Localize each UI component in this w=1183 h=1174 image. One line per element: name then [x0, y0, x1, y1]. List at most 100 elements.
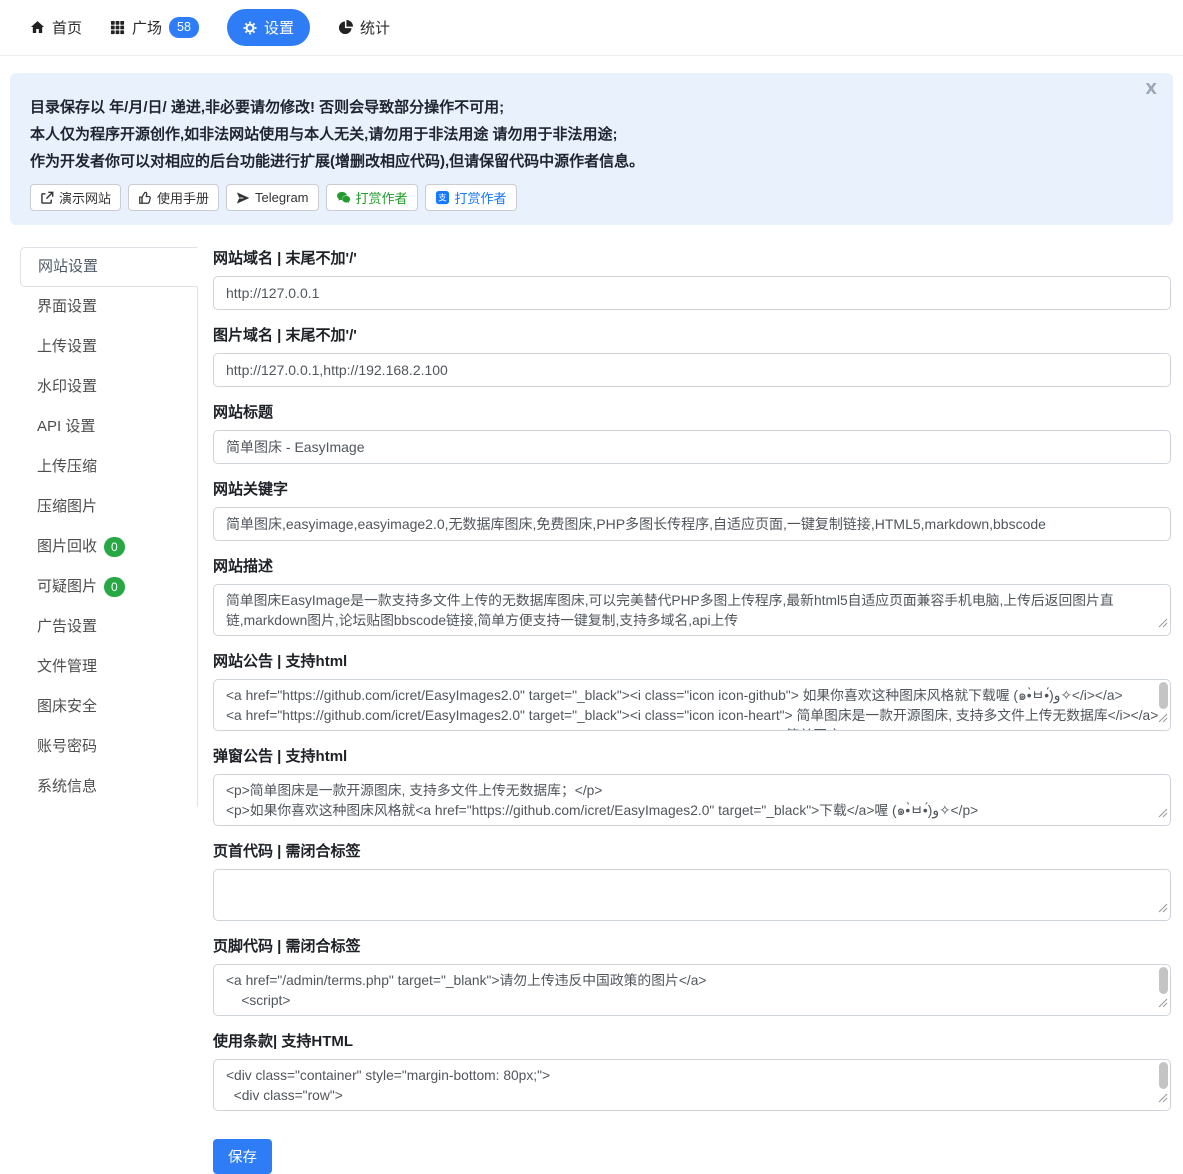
- site-domain-input[interactable]: [213, 276, 1171, 310]
- form-field-popup-announcement: 弹窗公告 | 支持html <p>简单图床是一款开源图床, 支持多文件上传无数据…: [213, 745, 1171, 826]
- nav-item-label: 统计: [360, 17, 390, 38]
- scrollbar-thumb[interactable]: [1159, 967, 1168, 994]
- site-keywords-input[interactable]: [213, 507, 1171, 541]
- textarea-content: 简单图床EasyImage是一款支持多文件上传的无数据库图床,可以完美替代PHP…: [226, 591, 1158, 631]
- close-icon[interactable]: X: [1145, 80, 1157, 98]
- donate-alipay-button[interactable]: 支 打赏作者: [425, 184, 517, 211]
- header-code-textarea[interactable]: [213, 869, 1171, 921]
- notice-line: 目录保存以 年/月/日/ 递进,非必要请勿修改! 否则会导致部分操作不可用;: [30, 94, 1149, 121]
- notice-button-label: 使用手册: [157, 188, 209, 207]
- sidebar-item-badge: 0: [104, 577, 125, 597]
- sidebar-item-site-settings[interactable]: 网站设置: [20, 247, 198, 287]
- resize-handle-icon: [1158, 805, 1168, 823]
- textarea-content: <a href="https://github.com/icret/EasyIm…: [226, 686, 1158, 731]
- scrollbar-thumb[interactable]: [1159, 682, 1168, 709]
- nav-item-settings[interactable]: 设置: [227, 9, 310, 46]
- sidebar-item-upload-compress[interactable]: 上传压缩: [20, 447, 197, 487]
- sidebar-item-compress-image[interactable]: 压缩图片: [20, 487, 197, 527]
- sidebar-item-label: 界面设置: [37, 288, 97, 326]
- field-label: 网站标题: [213, 401, 1171, 422]
- telegram-button[interactable]: Telegram: [226, 184, 318, 211]
- settings-form: 网站域名 | 末尾不加'/' 图片域名 | 末尾不加'/' 网站标题 网站关键字…: [213, 247, 1171, 1174]
- sidebar-item-ui-settings[interactable]: 界面设置: [20, 287, 197, 327]
- notice-text: 目录保存以 年/月/日/ 递进,非必要请勿修改! 否则会导致部分操作不可用; 本…: [30, 94, 1149, 175]
- resize-handle-icon: [1158, 995, 1168, 1013]
- notice-button-label: Telegram: [255, 190, 308, 205]
- sidebar-item-suspicious-image[interactable]: 可疑图片 0: [20, 567, 197, 607]
- textarea-content: <a href="/admin/terms.php" target="_blan…: [226, 971, 1158, 1016]
- nav-item-stats[interactable]: 统计: [338, 17, 390, 38]
- sidebar-item-file-manage[interactable]: 文件管理: [20, 647, 197, 687]
- top-nav: 首页 广场 58 设置 统计: [0, 0, 1183, 56]
- thumbs-up-icon: [138, 191, 152, 205]
- nav-item-home[interactable]: 首页: [30, 17, 82, 38]
- popup-announcement-textarea[interactable]: <p>简单图床是一款开源图床, 支持多文件上传无数据库；</p> <p>如果你喜…: [213, 774, 1171, 826]
- easyimage-settings-page: 首页 广场 58 设置 统计 X 目录保存以 年/月/日/ 递进,非必要请勿修改…: [0, 0, 1183, 1174]
- notice-buttons: 演示网站 使用手册 Telegram 打赏作者 支 打赏作者: [30, 184, 1149, 211]
- resize-handle-icon: [1158, 1090, 1168, 1108]
- sidebar: 网站设置 界面设置 上传设置 水印设置 API 设置 上传压缩 压缩图片 图片回…: [20, 247, 198, 807]
- nav-item-label: 广场: [132, 17, 162, 38]
- sidebar-item-label: 上传压缩: [37, 448, 97, 486]
- textarea-content: <div class="container" style="margin-bot…: [226, 1066, 1158, 1111]
- notice-button-label: 打赏作者: [455, 188, 507, 207]
- form-field-site-announcement: 网站公告 | 支持html <a href="https://github.co…: [213, 650, 1171, 731]
- sidebar-item-system-info[interactable]: 系统信息: [20, 767, 197, 807]
- form-field-header-code: 页首代码 | 需闭合标签: [213, 840, 1171, 921]
- form-field-site-keywords: 网站关键字: [213, 478, 1171, 541]
- sidebar-item-image-recycle[interactable]: 图片回收 0: [20, 527, 197, 567]
- form-field-site-description: 网站描述 简单图床EasyImage是一款支持多文件上传的无数据库图床,可以完美…: [213, 555, 1171, 636]
- gear-icon: [243, 21, 257, 35]
- image-domain-input[interactable]: [213, 353, 1171, 387]
- field-label: 页首代码 | 需闭合标签: [213, 840, 1171, 861]
- field-label: 图片域名 | 末尾不加'/': [213, 324, 1171, 345]
- site-description-textarea[interactable]: 简单图床EasyImage是一款支持多文件上传的无数据库图床,可以完美替代PHP…: [213, 584, 1171, 636]
- svg-text:支: 支: [438, 193, 447, 203]
- sidebar-item-label: 系统信息: [37, 768, 97, 806]
- nav-item-plaza[interactable]: 广场 58: [110, 17, 199, 38]
- notice-line: 本人仅为程序开源创作,如非法网站使用与本人无关,请勿用于非法用途 请勿用于非法用…: [30, 121, 1149, 148]
- sidebar-item-ad-settings[interactable]: 广告设置: [20, 607, 197, 647]
- sidebar-item-label: 可疑图片: [37, 568, 97, 606]
- sidebar-item-account-password[interactable]: 账号密码: [20, 727, 197, 767]
- sidebar-item-upload-settings[interactable]: 上传设置: [20, 327, 197, 367]
- sidebar-item-label: 水印设置: [37, 368, 97, 406]
- sidebar-item-label: 图片回收: [37, 528, 97, 566]
- sidebar-item-label: 图床安全: [37, 688, 97, 726]
- sidebar-item-api-settings[interactable]: API 设置: [20, 407, 197, 447]
- field-label: 网站描述: [213, 555, 1171, 576]
- sidebar-item-badge: 0: [104, 537, 125, 557]
- notice-button-label: 打赏作者: [356, 188, 408, 207]
- nav-item-label: 设置: [264, 17, 294, 38]
- form-field-site-title: 网站标题: [213, 401, 1171, 464]
- form-field-terms: 使用条款| 支持HTML <div class="container" styl…: [213, 1030, 1171, 1111]
- nav-item-label: 首页: [52, 17, 82, 38]
- site-announcement-textarea[interactable]: <a href="https://github.com/icret/EasyIm…: [213, 679, 1171, 731]
- sidebar-item-label: 文件管理: [37, 648, 97, 686]
- field-label: 弹窗公告 | 支持html: [213, 745, 1171, 766]
- site-title-input[interactable]: [213, 430, 1171, 464]
- save-button[interactable]: 保存: [213, 1139, 272, 1174]
- demo-site-button[interactable]: 演示网站: [30, 184, 121, 211]
- sidebar-item-label: 网站设置: [38, 248, 98, 286]
- top-nav-list: 首页 广场 58 设置 统计: [30, 9, 390, 46]
- form-field-image-domain: 图片域名 | 末尾不加'/': [213, 324, 1171, 387]
- sidebar-item-label: 压缩图片: [37, 488, 97, 526]
- sidebar-item-label: 上传设置: [37, 328, 97, 366]
- home-icon: [30, 20, 45, 35]
- terms-textarea[interactable]: <div class="container" style="margin-bot…: [213, 1059, 1171, 1111]
- sidebar-item-security[interactable]: 图床安全: [20, 687, 197, 727]
- scrollbar-thumb[interactable]: [1159, 1062, 1168, 1089]
- field-label: 网站域名 | 末尾不加'/': [213, 247, 1171, 268]
- manual-button[interactable]: 使用手册: [128, 184, 219, 211]
- alipay-icon: 支: [435, 190, 450, 205]
- field-label: 网站关键字: [213, 478, 1171, 499]
- sidebar-item-label: API 设置: [37, 408, 95, 446]
- wechat-icon: [336, 190, 351, 205]
- sidebar-item-watermark-settings[interactable]: 水印设置: [20, 367, 197, 407]
- donate-wechat-button[interactable]: 打赏作者: [326, 184, 418, 211]
- form-fields: 网站域名 | 末尾不加'/' 图片域名 | 末尾不加'/' 网站标题 网站关键字…: [213, 247, 1171, 1111]
- footer-code-textarea[interactable]: <a href="/admin/terms.php" target="_blan…: [213, 964, 1171, 1016]
- external-link-icon: [40, 191, 54, 205]
- field-label: 页脚代码 | 需闭合标签: [213, 935, 1171, 956]
